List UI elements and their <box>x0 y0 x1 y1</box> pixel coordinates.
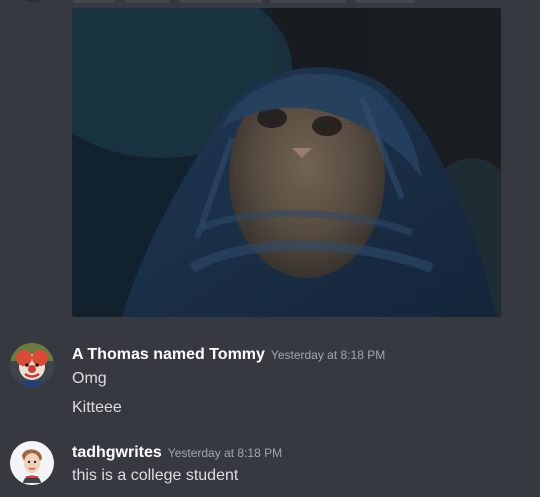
image-attachment[interactable] <box>72 8 501 317</box>
timestamp: Yesterday at 8:18 PM <box>167 446 283 460</box>
cat-photo <box>72 8 501 317</box>
author-avatar[interactable] <box>10 343 54 387</box>
username[interactable]: tadhgwrites <box>72 444 162 461</box>
message-text: Kitteee <box>72 399 122 416</box>
message-text: this is a college student <box>72 467 239 484</box>
author-avatar[interactable] <box>10 441 54 485</box>
message-text: Omg <box>72 370 107 387</box>
chat-message-list: A Thomas named Tommy Yesterday at 8:18 PM… <box>0 0 540 497</box>
drawn-person-avatar-icon <box>10 441 54 485</box>
previous-message-cut-text <box>74 0 414 3</box>
message-header: A Thomas named Tommy Yesterday at 8:18 PM <box>72 345 385 365</box>
message-group-2: tadhgwrites Yesterday at 8:18 PM this is … <box>0 441 540 497</box>
message-header: tadhgwrites Yesterday at 8:18 PM <box>72 443 282 463</box>
username[interactable]: A Thomas named Tommy <box>72 346 265 363</box>
clown-avatar-icon <box>10 343 54 387</box>
previous-message-avatar[interactable] <box>22 0 44 2</box>
message-group-1: A Thomas named Tommy Yesterday at 8:18 PM… <box>0 343 540 425</box>
timestamp: Yesterday at 8:18 PM <box>270 348 386 362</box>
